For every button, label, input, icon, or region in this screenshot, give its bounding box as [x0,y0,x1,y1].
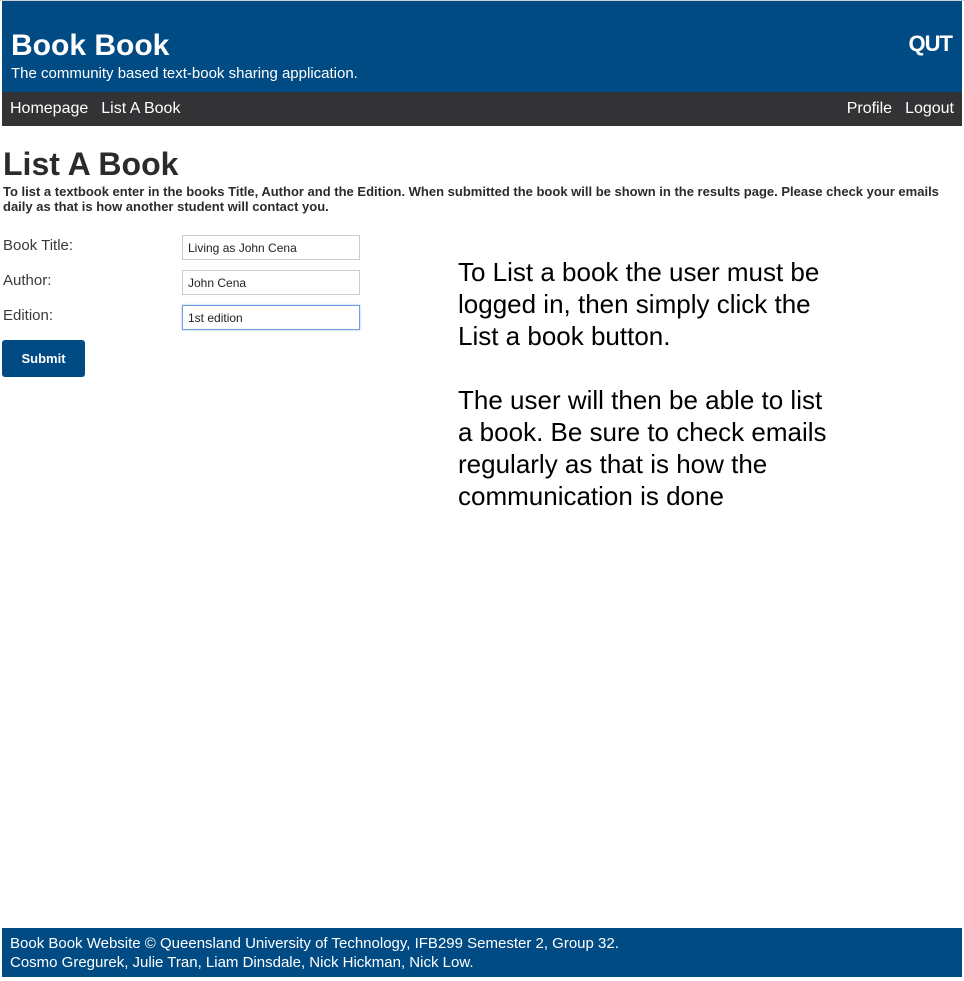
help-paragraph-1: To List a book the user must be logged i… [458,257,820,351]
site-title[interactable]: Book Book [11,29,169,63]
nav-profile-link[interactable]: Profile [847,100,892,118]
author-label: Author: [3,272,52,289]
author-input[interactable] [182,270,360,295]
footer-copyright: Book Book Website © Queensland Universit… [10,935,619,952]
qut-logo[interactable]: QUT [909,31,953,57]
nav-bar: Homepage List A Book Profile Logout [2,92,962,126]
nav-homepage-link[interactable]: Homepage [10,100,88,118]
footer-authors: Cosmo Gregurek, Julie Tran, Liam Dinsdal… [10,954,474,971]
nav-logout-link[interactable]: Logout [905,100,954,118]
page: Book Book The community based text-book … [0,0,964,981]
book-title-label: Book Title: [3,237,74,254]
site-footer: Book Book Website © Queensland Universit… [2,928,962,977]
instructions-text: To list a textbook enter in the books Ti… [3,184,939,214]
help-callout: To List a book the user must be logged i… [458,256,828,544]
bottom-border [0,977,964,981]
book-title-input[interactable] [182,235,360,260]
nav-left: Homepage List A Book [10,92,180,126]
site-tagline: The community based text-book sharing ap… [11,65,358,82]
edition-label: Edition: [3,307,54,324]
submit-button[interactable]: Submit [2,340,85,377]
site-header: Book Book The community based text-book … [2,1,962,92]
help-paragraph-2: The user will then be able to list a boo… [458,385,827,511]
edition-input[interactable] [182,305,360,330]
nav-list-a-book-link[interactable]: List A Book [101,100,180,118]
page-heading: List A Book [3,146,179,182]
nav-right: Profile Logout [847,92,954,126]
